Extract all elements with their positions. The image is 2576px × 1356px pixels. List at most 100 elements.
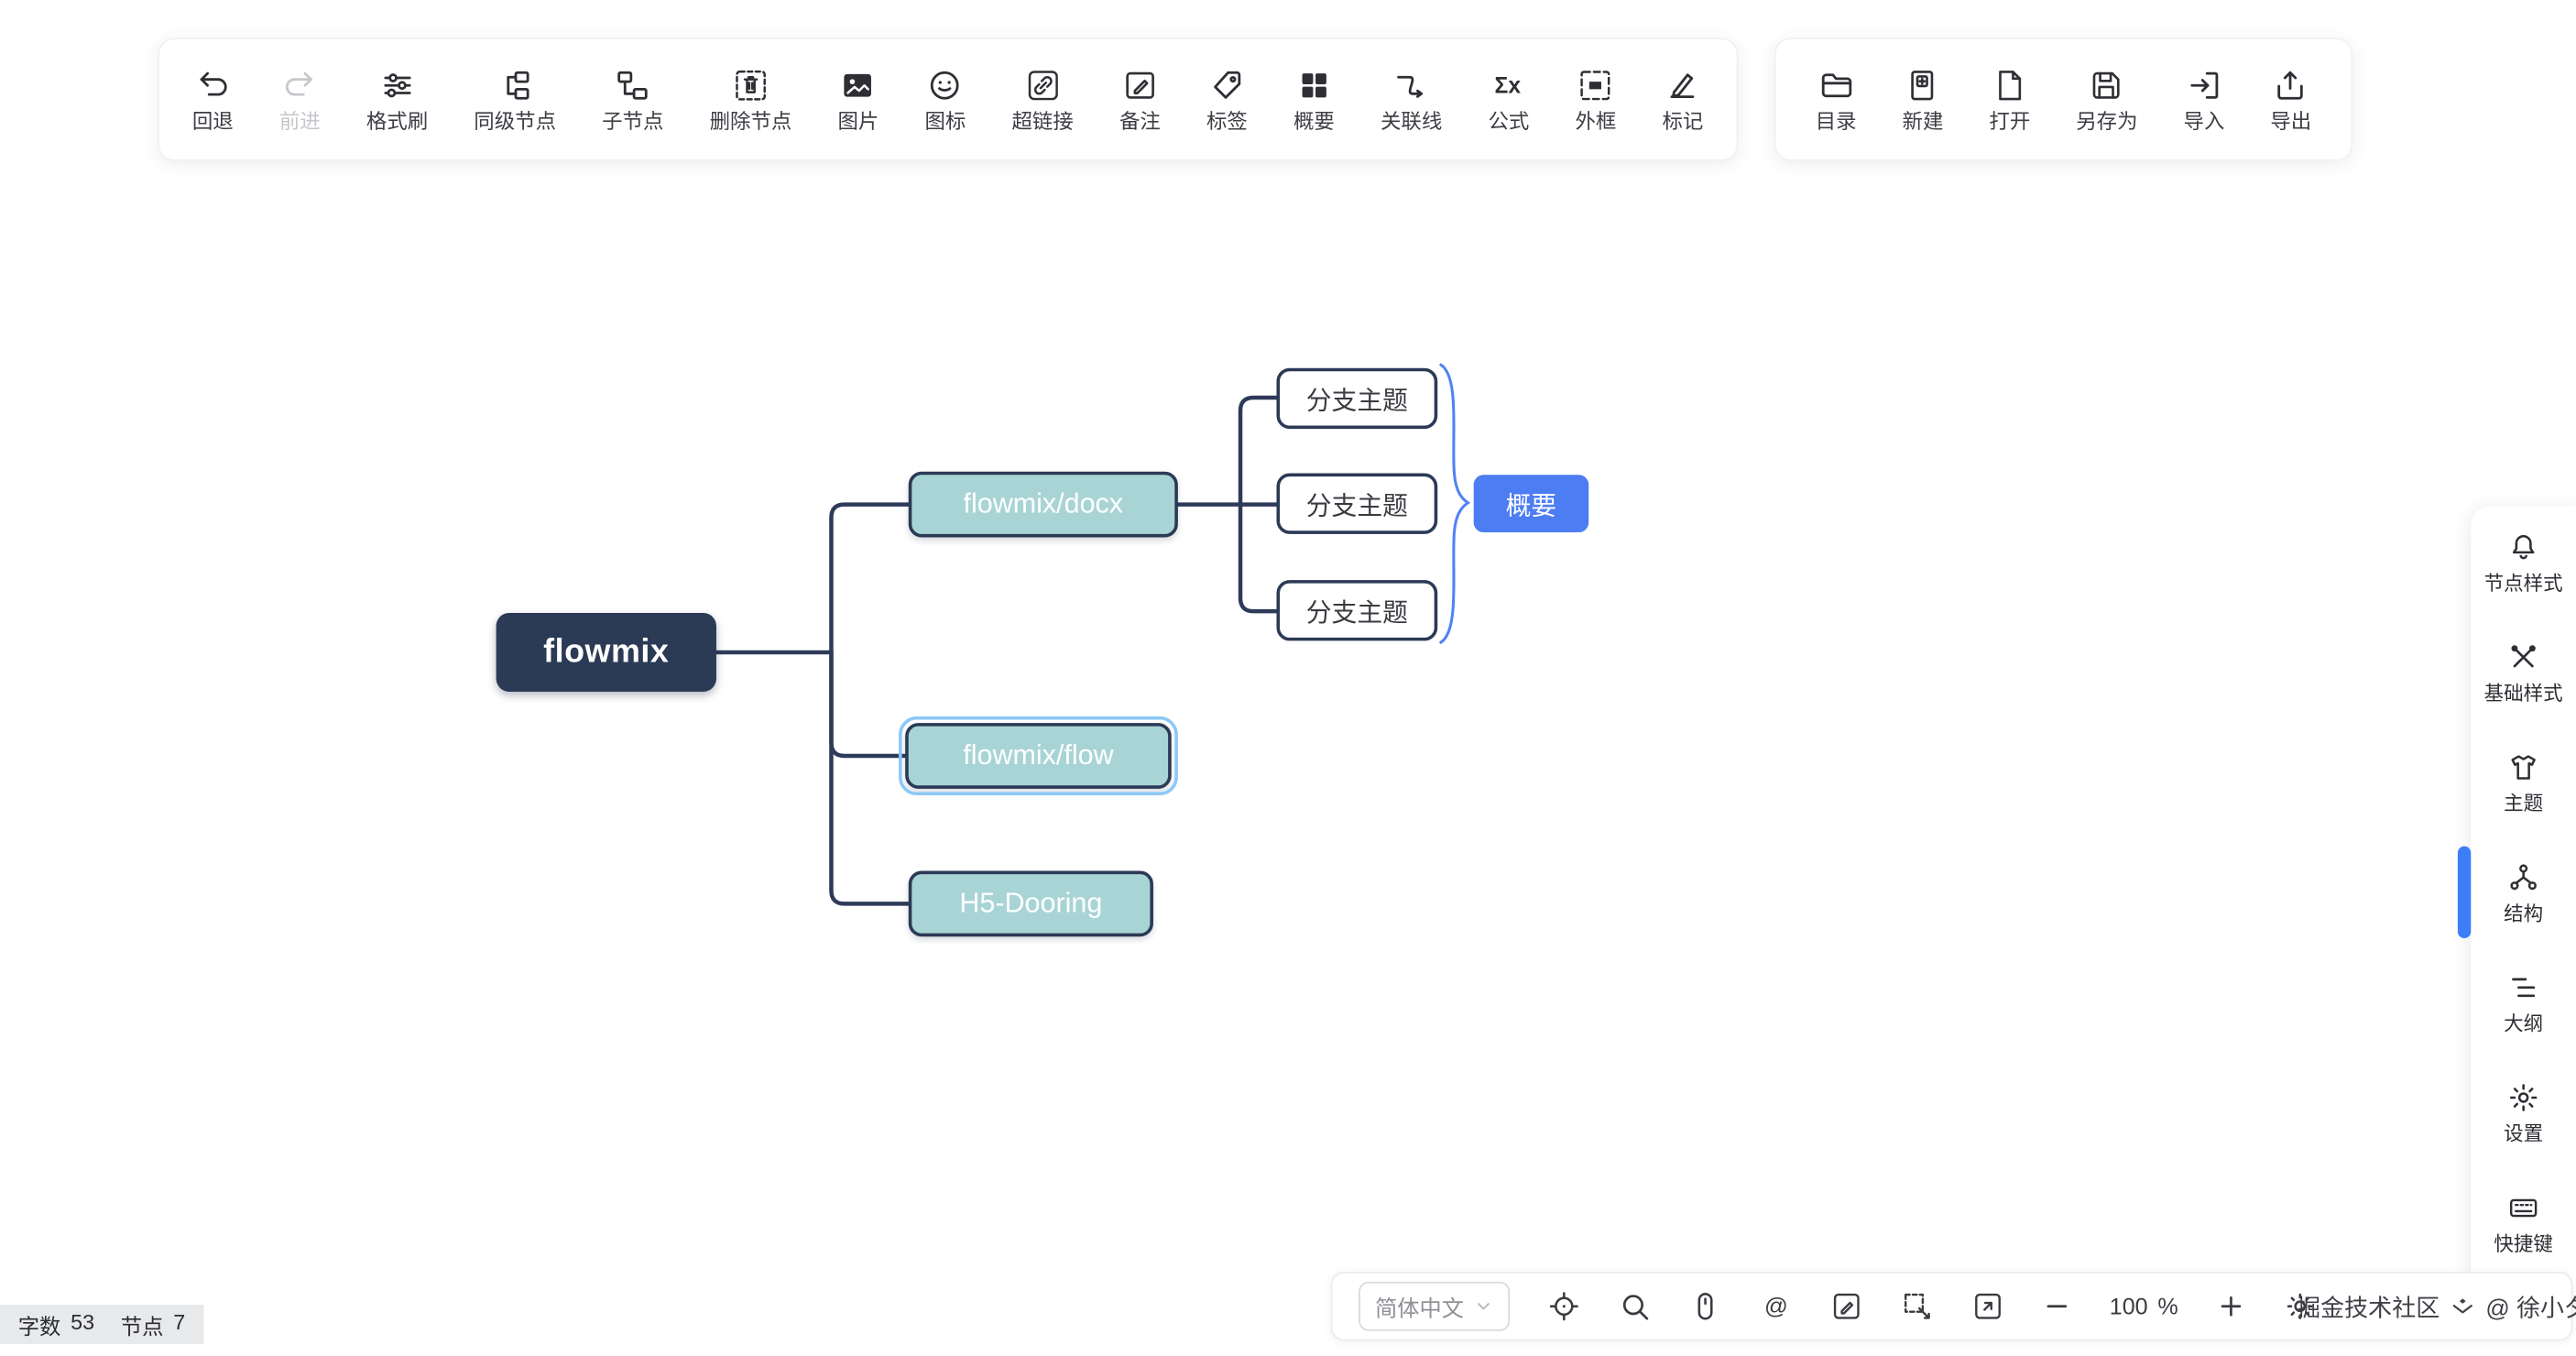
child-node-icon: [615, 67, 650, 103]
directory-button[interactable]: 目录: [1816, 67, 1857, 132]
word-count-value: 53: [71, 1308, 94, 1340]
formula-label: 公式: [1488, 112, 1529, 132]
relation-line-icon: [1393, 67, 1429, 103]
mindmap-branch-node[interactable]: 分支主题: [1276, 580, 1437, 640]
zoom-out-button[interactable]: [2042, 1292, 2071, 1321]
mention-button[interactable]: @: [1760, 1290, 1793, 1323]
at-sign-icon: @: [1760, 1290, 1793, 1323]
note-button[interactable]: 备注: [1119, 67, 1161, 132]
relation-line-button[interactable]: 关联线: [1381, 67, 1442, 132]
language-select[interactable]: 简体中文: [1359, 1282, 1510, 1331]
annotate-button[interactable]: [1830, 1290, 1863, 1323]
sidebar-item-settings[interactable]: 设置: [2471, 1056, 2576, 1166]
redo-label: 前进: [279, 112, 321, 132]
child-node-label: 子节点: [602, 112, 663, 132]
mindmap-branch-node[interactable]: 分支主题: [1276, 368, 1437, 429]
mark-button[interactable]: 标记: [1663, 67, 1704, 132]
zoom-level: 100 %: [2110, 1293, 2178, 1319]
mouse-mode-button[interactable]: [1689, 1290, 1722, 1323]
sidebar-item-basic-style[interactable]: 基础样式: [2471, 617, 2576, 727]
sidebar-item-structure[interactable]: 结构: [2471, 837, 2576, 946]
hyperlink-icon: [1024, 67, 1060, 103]
locate-button[interactable]: [1547, 1290, 1580, 1323]
note-icon: [1122, 67, 1158, 103]
structure-icon: [2507, 860, 2540, 893]
summary-button[interactable]: 概要: [1293, 67, 1335, 132]
edge-docx-branch3: [1240, 505, 1276, 612]
sidebar-item-node-style[interactable]: 节点样式: [2471, 506, 2576, 616]
hyperlink-label: 超链接: [1012, 112, 1074, 132]
redo-button[interactable]: 前进: [279, 67, 321, 132]
sidebar-item-label: 快捷键: [2494, 1233, 2553, 1253]
language-value: 简体中文: [1375, 1290, 1464, 1323]
tag-label: 标签: [1206, 112, 1248, 132]
plus-icon: [2216, 1292, 2245, 1321]
keyboard-icon: [2507, 1190, 2540, 1223]
mark-icon: [1665, 67, 1700, 103]
select-area-button[interactable]: [1901, 1290, 1934, 1323]
child-node-button[interactable]: 子节点: [602, 67, 663, 132]
mouse-icon: [1689, 1290, 1722, 1323]
undo-button[interactable]: 回退: [192, 67, 234, 132]
fit-view-button[interactable]: [1971, 1290, 2004, 1323]
edge-root-flow: [831, 652, 905, 756]
mindmap-branch-node[interactable]: 分支主题: [1276, 473, 1437, 533]
mindmap-summary-node[interactable]: 概要: [1474, 475, 1589, 532]
import-icon: [2186, 67, 2221, 103]
hyperlink-button[interactable]: 超链接: [1012, 67, 1074, 132]
sidebar-item-label: 节点样式: [2484, 573, 2563, 593]
sidebar-item-outline[interactable]: 大纲: [2471, 946, 2576, 1056]
juejin-logo-icon: [2450, 1294, 2476, 1320]
directory-label: 目录: [1816, 112, 1857, 132]
save-as-button[interactable]: 另存为: [2076, 67, 2137, 132]
delete-node-button[interactable]: 删除节点: [710, 67, 792, 132]
zoom-unit: %: [2157, 1293, 2178, 1319]
emoji-icon: [927, 67, 963, 103]
outline-icon: [2507, 970, 2540, 1003]
sidebar-item-label: 基础样式: [2484, 683, 2563, 703]
summary-icon: [1296, 67, 1332, 103]
formula-button[interactable]: Σx 公式: [1488, 67, 1529, 132]
mindmap-root-node[interactable]: flowmix: [497, 613, 716, 692]
watermark-text-author: @ 徐小夕: [2485, 1290, 2576, 1325]
search-button[interactable]: [1618, 1290, 1651, 1323]
edge-docx-branch1: [1240, 398, 1276, 505]
new-file-icon: [1905, 67, 1940, 103]
sibling-node-icon: [497, 67, 532, 103]
save-as-label: 另存为: [2076, 112, 2137, 132]
delete-node-icon: [733, 67, 769, 103]
export-label: 导出: [2270, 112, 2311, 132]
chevron-down-icon: [1474, 1296, 1494, 1317]
sidebar-item-shortcuts[interactable]: 快捷键: [2471, 1166, 2576, 1276]
format-painter-label: 格式刷: [366, 112, 428, 132]
expand-icon: [1971, 1290, 2004, 1323]
file-toolbar: 目录 新建 打开 另存为: [1774, 38, 2352, 161]
undo-icon: [195, 67, 231, 103]
sidebar-item-theme[interactable]: 主题: [2471, 727, 2576, 837]
image-button[interactable]: 图片: [837, 67, 879, 132]
relation-line-label: 关联线: [1381, 112, 1442, 132]
sibling-node-button[interactable]: 同级节点: [474, 67, 556, 132]
import-button[interactable]: 导入: [2184, 67, 2225, 132]
right-sidebar: 节点样式 基础样式 主题 结构 大纲: [2471, 506, 2576, 1301]
node-count-value: 7: [173, 1308, 185, 1340]
mindmap-node-h5-dooring[interactable]: H5-Dooring: [909, 871, 1153, 937]
emoji-button[interactable]: 图标: [924, 67, 966, 132]
format-painter-button[interactable]: 格式刷: [366, 67, 428, 132]
export-button[interactable]: 导出: [2270, 67, 2311, 132]
new-file-label: 新建: [1903, 112, 1944, 132]
mindmap-node-flowmix-docx[interactable]: flowmix/docx: [909, 472, 1178, 538]
theme-icon: [2507, 750, 2540, 783]
sibling-node-label: 同级节点: [474, 112, 556, 132]
zoom-value: 100: [2110, 1293, 2148, 1319]
outer-frame-button[interactable]: 外框: [1575, 67, 1616, 132]
new-file-button[interactable]: 新建: [1903, 67, 1944, 132]
open-file-icon: [1992, 67, 2027, 103]
open-file-button[interactable]: 打开: [1989, 67, 2030, 132]
mindmap-node-flowmix-flow-selected[interactable]: flowmix/flow: [905, 723, 1172, 789]
main-toolbar: 回退 前进 格式刷 同级节点: [158, 38, 1738, 161]
node-count: 节点 7: [121, 1308, 185, 1340]
open-file-label: 打开: [1989, 112, 2030, 132]
zoom-in-button[interactable]: [2216, 1292, 2245, 1321]
tag-button[interactable]: 标签: [1206, 67, 1248, 132]
